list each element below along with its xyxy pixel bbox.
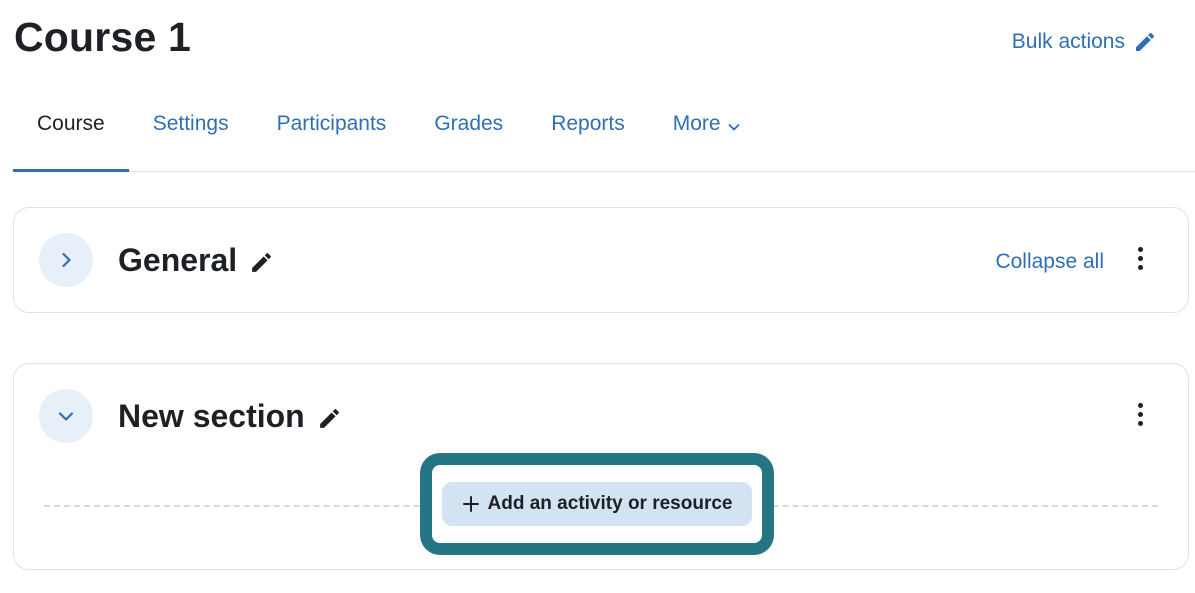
pencil-icon <box>1136 32 1155 51</box>
section-collapse-toggle[interactable] <box>39 389 93 443</box>
tab-label: Reports <box>551 112 625 135</box>
tab-reports[interactable]: Reports <box>527 96 649 171</box>
tab-course[interactable]: Course <box>13 96 129 172</box>
course-tabs: Course Settings Participants Grades Repo… <box>13 96 1195 172</box>
pencil-icon[interactable] <box>317 406 342 431</box>
chevron-right-icon <box>62 252 71 268</box>
bulk-actions-label: Bulk actions <box>1011 30 1125 53</box>
section-expand-toggle[interactable] <box>39 233 93 287</box>
course-page: Course 1 Bulk actions Course Settings Pa… <box>0 0 1195 593</box>
section-general: General Collapse all <box>13 207 1189 313</box>
tab-label: More <box>672 112 721 135</box>
section-new-section: New section Add an activity or resource <box>13 363 1189 570</box>
section-title: General <box>118 242 274 279</box>
kebab-dot <box>1137 402 1143 408</box>
section-title: New section <box>118 398 342 435</box>
kebab-menu-icon[interactable] <box>1128 242 1152 274</box>
tab-settings[interactable]: Settings <box>129 96 253 171</box>
collapse-all-link[interactable]: Collapse all <box>995 250 1104 274</box>
kebab-dot <box>1137 255 1143 261</box>
chevron-down-icon <box>58 412 74 421</box>
tab-participants[interactable]: Participants <box>253 96 411 171</box>
tab-label: Participants <box>276 112 387 135</box>
tab-label: Course <box>37 112 105 135</box>
highlight-callout: Add an activity or resource <box>420 453 774 555</box>
tab-label: Settings <box>152 112 229 135</box>
kebab-menu-icon[interactable] <box>1128 398 1152 430</box>
chevron-down-icon <box>728 124 739 131</box>
tab-grades[interactable]: Grades <box>410 96 527 171</box>
plus-icon <box>462 496 479 512</box>
tab-label: Grades <box>434 112 504 135</box>
add-activity-label: Add an activity or resource <box>487 493 733 514</box>
add-activity-button[interactable]: Add an activity or resource <box>441 482 753 526</box>
tab-more[interactable]: More <box>649 96 765 171</box>
page-title: Course 1 <box>14 14 192 60</box>
kebab-dot <box>1137 264 1143 270</box>
kebab-dot <box>1137 246 1143 252</box>
pencil-icon[interactable] <box>249 250 274 275</box>
bulk-actions-link[interactable]: Bulk actions <box>1012 30 1157 54</box>
kebab-dot <box>1137 411 1143 417</box>
section-title-text: General <box>118 242 238 278</box>
kebab-dot <box>1137 420 1143 426</box>
section-title-text: New section <box>118 398 305 434</box>
